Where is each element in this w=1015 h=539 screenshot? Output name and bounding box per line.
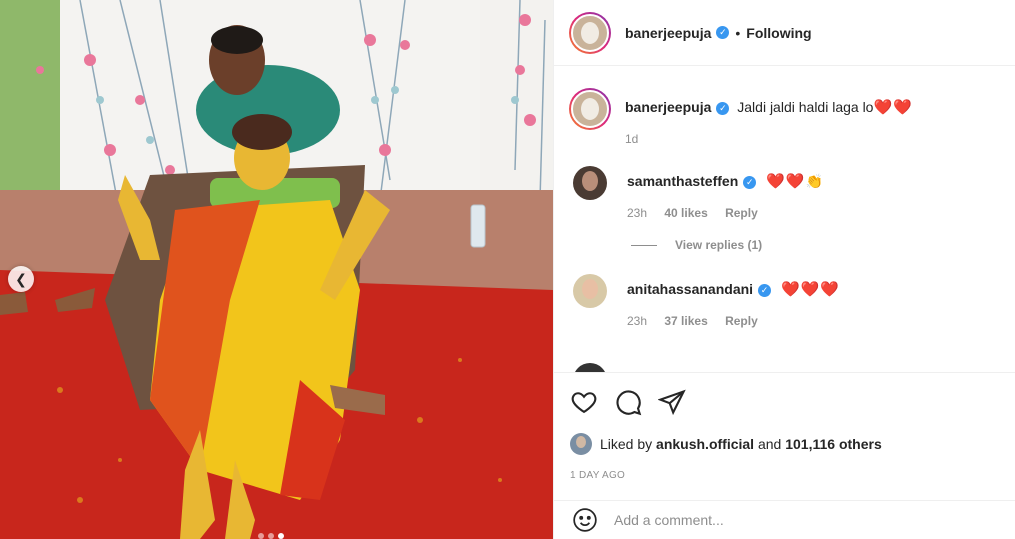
likes-middle: and: [757, 436, 782, 452]
post-photo[interactable]: ❮: [0, 0, 553, 539]
comment-emoji: ❤️❤️❤️: [780, 281, 840, 298]
comment-icon[interactable]: [614, 388, 642, 416]
caption-username[interactable]: banerjeepuja: [625, 99, 711, 115]
verified-badge-icon: ✓: [758, 283, 772, 297]
comment-input[interactable]: [614, 512, 914, 528]
replies-divider: [631, 244, 657, 246]
comment-time[interactable]: 23h: [627, 206, 647, 220]
comment-likes[interactable]: 40 likes: [664, 206, 707, 220]
verified-badge-icon: ✓: [716, 101, 730, 115]
post-actions: Liked by ankush.official and 101,116 oth…: [554, 372, 1015, 500]
likes-prefix: Liked by: [600, 436, 653, 452]
view-replies-button[interactable]: View replies (1): [631, 238, 1015, 252]
liker-avatar[interactable]: [570, 433, 592, 455]
caption-text: Jaldi jaldi haldi laga lo: [737, 99, 874, 115]
view-replies-label: View replies (1): [675, 238, 763, 252]
carousel-dot-active: [278, 533, 284, 539]
comment-username[interactable]: anitahassanandani: [627, 281, 753, 297]
comment-time[interactable]: 23h: [627, 314, 647, 328]
liker-username[interactable]: ankush.official: [656, 436, 754, 452]
carousel-dot: [268, 533, 274, 539]
chevron-left-icon: ❮: [15, 270, 27, 287]
heart-icon[interactable]: [570, 388, 598, 416]
reply-button[interactable]: Reply: [725, 314, 758, 328]
caption-author-avatar[interactable]: [569, 88, 611, 130]
add-comment-bar: [554, 500, 1015, 539]
verified-badge-icon: ✓: [716, 26, 730, 39]
share-icon[interactable]: [658, 388, 686, 416]
previous-photo-button[interactable]: ❮: [8, 266, 34, 292]
haldi-ceremony-photo: [0, 0, 553, 539]
comment-item: anitahassanandani ✓ ❤️❤️❤️ 23h 37 likes R…: [554, 274, 1015, 328]
comment-item: samanthasteffen ✓ ❤️❤️👏 23h 40 likes Repl…: [554, 166, 1015, 220]
comment-emoji-extra: 👏: [805, 173, 823, 189]
caption-time[interactable]: 1d: [625, 132, 638, 146]
commenter-avatar[interactable]: [573, 166, 607, 200]
post-timestamp[interactable]: 1 DAY AGO: [570, 470, 1015, 481]
carousel-dot: [258, 533, 264, 539]
reply-button[interactable]: Reply: [725, 206, 758, 220]
post-caption: banerjeepuja ✓ Jaldi jaldi haldi laga lo❤…: [554, 67, 1015, 146]
verified-badge-icon: ✓: [743, 175, 757, 189]
following-button[interactable]: Following: [746, 25, 811, 41]
comment-emoji: ❤️❤️: [766, 173, 806, 190]
caption-emoji: ❤️❤️: [873, 99, 913, 116]
header-separator: •: [735, 24, 741, 41]
comment-username[interactable]: samanthasteffen: [627, 173, 738, 189]
carousel-dots: [258, 533, 284, 539]
commenter-avatar[interactable]: [573, 274, 607, 308]
post-header: banerjeepuja ✓ • Following: [554, 0, 1015, 66]
author-avatar[interactable]: [569, 11, 611, 54]
comments-list[interactable]: banerjeepuja ✓ Jaldi jaldi haldi laga lo❤…: [554, 67, 1015, 372]
comment-likes[interactable]: 37 likes: [664, 314, 707, 328]
author-username[interactable]: banerjeepuja: [625, 25, 711, 41]
likes-count[interactable]: 101,116 others: [785, 436, 882, 452]
commenter-avatar[interactable]: [573, 363, 607, 372]
post-details-panel: banerjeepuja ✓ • Following banerjeepuja ✓…: [553, 0, 1015, 539]
likes-summary: Liked by ankush.official and 101,116 oth…: [570, 433, 1015, 455]
emoji-icon[interactable]: [572, 507, 598, 533]
